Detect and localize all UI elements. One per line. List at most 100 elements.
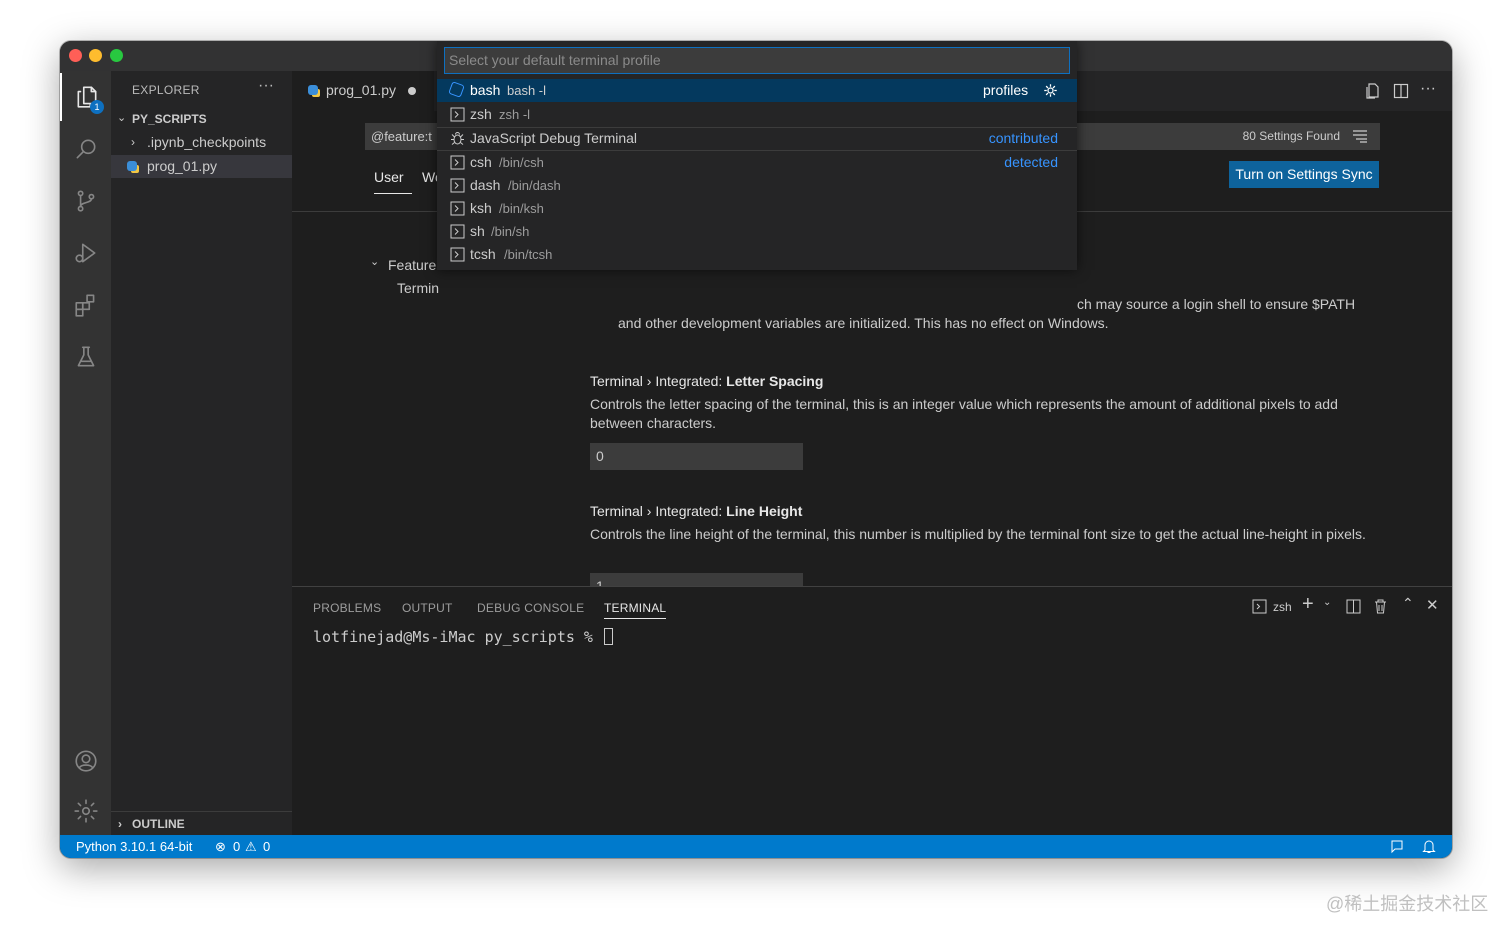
beaker-icon [77,346,94,367]
outline-label: OUTLINE [132,817,185,831]
python-interpreter[interactable]: Python 3.10.1 64-bit [76,835,192,858]
profile-name: zsh [470,106,492,122]
bell-icon[interactable] [1422,839,1436,854]
manage-activity[interactable] [60,787,111,835]
profile-name: JavaScript Debug Terminal [470,130,638,146]
profile-item-tcsh[interactable]: tcsh /bin/tcsh [437,243,1077,266]
terminal-prompt[interactable]: lotfinejad@Ms-iMac py_scripts % [313,628,613,646]
accounts-activity[interactable] [60,737,111,785]
terminal-icon [450,178,465,193]
setting-category: Terminal › Integrated: [590,373,727,389]
profile-detail: /bin/tcsh [504,247,553,262]
profile-item-bash[interactable]: bash bash -l profiles [437,79,1077,102]
run-debug-icon [74,243,95,263]
tree-item-checkpoints[interactable]: › .ipynb_checkpoints [111,131,292,154]
error-count[interactable]: 0 [233,835,240,858]
trash-icon[interactable] [1373,598,1388,614]
tab-prog01[interactable]: prog_01.py [292,71,434,111]
profile-item-js-debug[interactable]: JavaScript Debug Terminal contributed [437,127,1077,150]
maximize-panel-icon[interactable]: ⌃ [1402,595,1414,612]
terminal-profile-quick-pick: Select your default terminal profile bas… [437,41,1077,270]
split-editor-icon[interactable] [1392,82,1410,100]
terminal-icon [450,201,465,216]
tab-terminal[interactable]: TERMINAL [604,601,667,619]
profile-detail: /bin/ksh [499,201,544,216]
open-settings-json-icon[interactable] [1364,82,1382,100]
toc-terminal[interactable]: Termin [397,280,439,296]
account-icon [74,750,97,772]
terminal-icon [450,155,465,170]
gear-icon [73,799,98,823]
warning-icon: ⚠ [245,839,257,854]
profile-name: ksh [470,200,492,216]
profiles-label: profiles [983,82,1029,98]
setting-description-line-height: Controls the line height of the terminal… [590,526,1366,542]
minimize-window-button[interactable] [89,49,102,62]
more-actions-icon[interactable]: ··· [258,77,274,95]
profile-item-zsh[interactable]: zsh zsh -l [437,103,1077,126]
profile-detail: bash -l [507,83,547,98]
warning-count[interactable]: 0 [263,835,270,858]
gear-icon[interactable] [1043,83,1058,98]
letter-spacing-input[interactable]: 0 [590,443,803,470]
setting-title-letter-spacing: Terminal › Integrated: Letter Spacing [590,373,823,389]
setting-category: Terminal › Integrated: [590,503,727,519]
profile-detail: zsh -l [499,107,531,122]
profile-item-dash[interactable]: dash /bin/dash [437,174,1077,197]
outline-section[interactable]: › OUTLINE [111,811,292,835]
debug-icon [451,132,464,145]
settings-search-text: @feature:t [371,129,432,144]
workspace-folder[interactable]: PY_SCRIPTS [132,112,207,126]
feedback-icon[interactable] [1390,839,1405,854]
quick-pick-input[interactable]: Select your default terminal profile [444,47,1070,74]
unsaved-dot-icon[interactable] [408,87,416,95]
profile-item-csh[interactable]: csh /bin/csh detected [437,151,1077,174]
python-file-icon [308,85,318,95]
explorer-title: EXPLORER [132,83,200,97]
chevron-down-icon[interactable]: ⌄ [117,111,126,124]
setting-partial-description: and other development variables are init… [618,315,1109,331]
bottom-panel: PROBLEMS OUTPUT DEBUG CONSOLE TERMINAL z… [292,586,1452,835]
close-window-button[interactable] [69,49,82,62]
source-control-icon [77,190,94,212]
turn-on-settings-sync-button[interactable]: Turn on Settings Sync [1229,161,1379,188]
new-terminal-icon[interactable]: + [1302,593,1314,616]
detected-label: detected [1004,154,1058,170]
profile-item-sh[interactable]: sh /bin/sh [437,220,1077,243]
bash-icon [448,81,465,98]
tree-item-prog01[interactable]: prog_01.py [111,155,292,178]
profile-detail: /bin/csh [499,155,544,170]
terminal-icon [450,247,465,262]
split-terminal-icon[interactable] [1346,599,1361,614]
explorer-sidebar: EXPLORER ··· ⌄ PY_SCRIPTS › .ipynb_check… [111,71,292,835]
setting-description-letter-spacing: Controls the letter spacing of the termi… [590,396,1338,431]
maximize-window-button[interactable] [110,49,123,62]
setting-partial-description: ch may source a login shell to ensure $P… [1077,296,1356,312]
profile-detail: /bin/dash [508,178,561,193]
terminal-icon [450,224,465,239]
profile-item-ksh[interactable]: ksh /bin/ksh [437,197,1077,220]
tab-output[interactable]: OUTPUT [402,601,453,615]
terminal-selector[interactable]: zsh [1273,600,1292,614]
profile-name: dash [470,177,501,193]
explorer-activity[interactable]: 1 [60,73,111,121]
chevron-down-icon[interactable]: ⌄ [370,255,379,268]
tab-problems[interactable]: PROBLEMS [313,601,381,615]
filter-icon[interactable] [1352,129,1368,143]
profile-name: bash [470,82,501,98]
testing-activity[interactable] [60,333,111,381]
tab-debug-console[interactable]: DEBUG CONSOLE [477,601,584,615]
error-icon: ⊗ [215,839,226,854]
more-actions-icon[interactable]: ··· [1420,80,1436,98]
source-control-activity[interactable] [60,177,111,225]
chevron-down-icon[interactable]: ⌄ [1323,597,1331,608]
extensions-activity[interactable] [60,281,111,329]
run-debug-activity[interactable] [60,229,111,277]
python-file-icon [127,161,137,171]
setting-name: Letter Spacing [726,373,824,389]
tab-user-settings[interactable]: User [374,169,412,194]
close-panel-icon[interactable]: ✕ [1426,596,1439,614]
toc-features[interactable]: Feature [388,257,436,273]
tree-item-label: .ipynb_checkpoints [147,134,267,150]
search-activity[interactable] [60,125,111,173]
